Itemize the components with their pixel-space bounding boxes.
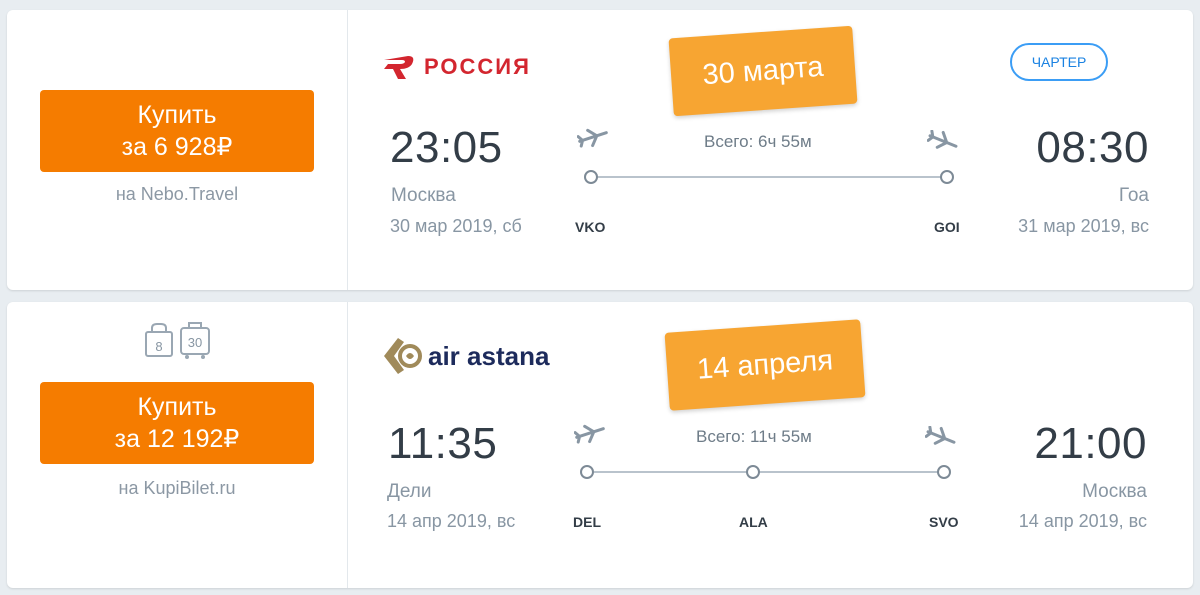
vendor-link[interactable]: на KupiBilet.ru [7, 478, 347, 499]
departure-date: 14 апр 2019, вс [387, 511, 516, 531]
route-node-departure [580, 465, 594, 479]
departure-time: 11:35 [388, 419, 498, 468]
airline-logo: РОССИЯ [382, 50, 557, 87]
landing-icon [926, 129, 959, 157]
departure-code: DEL [573, 514, 601, 530]
arrival-time: 21:00 [1034, 419, 1147, 468]
route-node-stop [746, 465, 760, 479]
buy-button-label: Купить [137, 101, 217, 129]
takeoff-icon [573, 422, 606, 449]
flight-card[interactable]: Купить за 6 928₽ на Nebo.Travel РОССИЯ 3… [7, 10, 1193, 290]
buy-button-price: за 6 928₽ [121, 133, 233, 161]
route-line [594, 471, 944, 473]
departure-time: 23:05 [390, 123, 503, 172]
air-astana-logo-mark [384, 338, 422, 374]
arrival-date: 31 мар 2019, вс [1018, 216, 1149, 236]
total-duration: Всего: 6ч 55м [704, 132, 812, 151]
route-line [597, 176, 947, 178]
arrival-time: 08:30 [1036, 123, 1149, 172]
flight-card[interactable]: 8 30 Купить за 12 192₽ на KupiBilet.ru a… [7, 302, 1193, 588]
departure-city: Москва [391, 185, 456, 206]
luggage-weight: 30 [188, 335, 202, 350]
luggage-icon: 30 [180, 322, 210, 359]
date-badge: 14 апреля [664, 319, 866, 411]
handbag-weight: 8 [155, 339, 162, 354]
arrival-city: Гоа [1118, 185, 1149, 206]
vendor-link[interactable]: на Nebo.Travel [7, 184, 347, 205]
takeoff-icon [576, 126, 609, 153]
route-node-arrival [940, 170, 954, 184]
departure-code: VKO [575, 219, 606, 235]
buy-button[interactable]: Купить за 12 192₽ [40, 382, 314, 464]
buy-button-label: Купить [137, 393, 217, 421]
charter-badge: ЧАРТЕР [1010, 43, 1108, 81]
baggage-info: 8 30 [143, 320, 215, 360]
departure-date: 30 мар 2019, сб [390, 216, 522, 236]
arrival-date: 14 апр 2019, вс [1018, 511, 1147, 531]
arrival-city: Москва [1082, 481, 1147, 502]
buy-panel: Купить за 6 928₽ на Nebo.Travel [7, 10, 348, 290]
airline-logo: air astana [382, 334, 557, 385]
buy-button[interactable]: Купить за 6 928₽ [40, 90, 314, 172]
date-badge: 30 марта [668, 25, 858, 117]
route-node-departure [584, 170, 598, 184]
departure-city: Дели [387, 481, 432, 502]
russia-logo-mark [384, 56, 414, 79]
handbag-icon: 8 [145, 323, 173, 357]
buy-panel: 8 30 Купить за 12 192₽ на KupiBilet.ru [7, 302, 348, 588]
airline-name: РОССИЯ [424, 54, 531, 79]
landing-icon [924, 425, 957, 453]
arrival-code: GOI [934, 219, 960, 235]
buy-button-price: за 12 192₽ [114, 425, 240, 453]
stop-code: ALA [739, 514, 768, 530]
arrival-code: SVO [929, 514, 959, 530]
airline-name: air astana [428, 341, 550, 371]
route-node-arrival [937, 465, 951, 479]
total-duration: Всего: 11ч 55м [696, 427, 812, 446]
